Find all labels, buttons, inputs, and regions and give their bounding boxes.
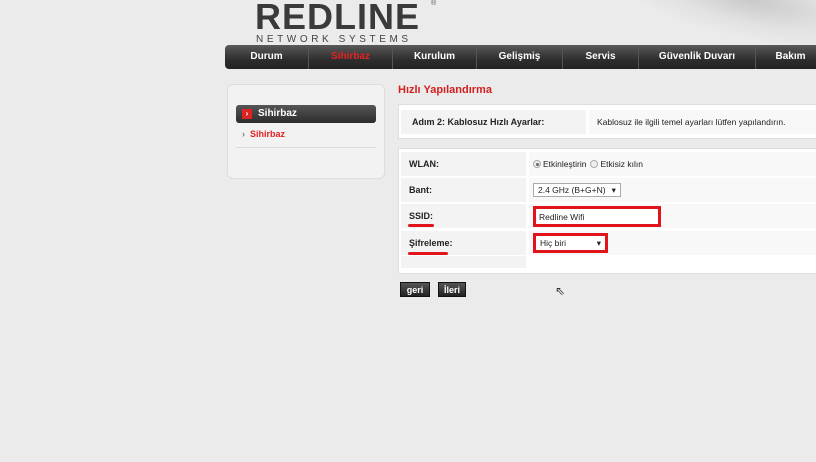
sidebar: › Sihirbaz › Sihirbaz: [227, 84, 385, 179]
wlan-disable-radio[interactable]: [590, 160, 599, 168]
band-value: 2.4 GHz (B+G+N): [538, 185, 606, 195]
step-panel: Adım 2: Kablosuz Hızlı Ayarlar: Kablosuz…: [398, 104, 816, 139]
nav-bakim[interactable]: Bakım: [756, 45, 816, 69]
logo: REDLINE ® NETWORK SYSTEMS: [255, 0, 440, 45]
band-label: Bant:: [401, 178, 526, 202]
next-button[interactable]: İleri: [438, 282, 466, 297]
nav-kurulum[interactable]: Kurulum: [393, 45, 477, 69]
wlan-enable-label: Etkinleştirin: [543, 159, 587, 169]
logo-mark: ®: [431, 0, 437, 7]
logo-tagline: NETWORK SYSTEMS: [256, 34, 412, 45]
chevron-right-icon: ›: [242, 109, 252, 119]
logo-text: REDLINE: [255, 0, 421, 37]
nav-gelismis[interactable]: Gelişmiş: [477, 45, 563, 69]
nav-sihirbaz[interactable]: Sihirbaz: [309, 45, 393, 69]
ssid-value: Redline Wifi: [539, 211, 585, 222]
sidebar-item-label: Sihirbaz: [250, 129, 286, 139]
main-nav: Durum Sihirbaz Kurulum Gelişmiş Servis G…: [225, 45, 816, 69]
wlan-enable-radio[interactable]: [533, 160, 541, 168]
encryption-select[interactable]: Hiç biri ▾: [533, 233, 608, 253]
band-select[interactable]: 2.4 GHz (B+G+N) ▾: [533, 183, 621, 197]
sidebar-header-label: Sihirbaz: [258, 108, 297, 119]
nav-guvenlik-duvari[interactable]: Güvenlik Duvarı: [639, 45, 756, 69]
ssid-input[interactable]: Redline Wifi: [533, 205, 661, 227]
dropdown-arrow-icon: ▾: [596, 238, 601, 248]
dropdown-arrow-icon: ▾: [611, 185, 616, 195]
ssid-underline: [408, 224, 434, 227]
wlan-disable-label: Etkisiz kılın: [600, 159, 643, 169]
divider: [236, 147, 376, 148]
encryption-underline: [408, 252, 448, 255]
step-label: Adım 2: Kablosuz Hızlı Ayarlar:: [401, 110, 586, 134]
step-description: Kablosuz ile ilgili temel ayarları lütfe…: [589, 110, 816, 134]
encryption-value: Hiç biri: [540, 238, 566, 248]
nav-servis[interactable]: Servis: [563, 45, 639, 69]
bullet-icon: ›: [242, 129, 245, 139]
sidebar-header[interactable]: › Sihirbaz: [236, 105, 376, 123]
wlan-label: WLAN:: [401, 152, 526, 176]
nav-durum[interactable]: Durum: [225, 45, 309, 69]
mouse-cursor-icon: ⇖: [555, 284, 566, 298]
back-button[interactable]: geri: [400, 282, 430, 297]
page-title: Hızlı Yapılandırma: [398, 84, 492, 96]
sidebar-item-sihirbaz[interactable]: › Sihirbaz: [242, 129, 285, 139]
form-panel: WLAN: Etkinleştirin Etkisiz kılın Bant: …: [398, 148, 816, 274]
